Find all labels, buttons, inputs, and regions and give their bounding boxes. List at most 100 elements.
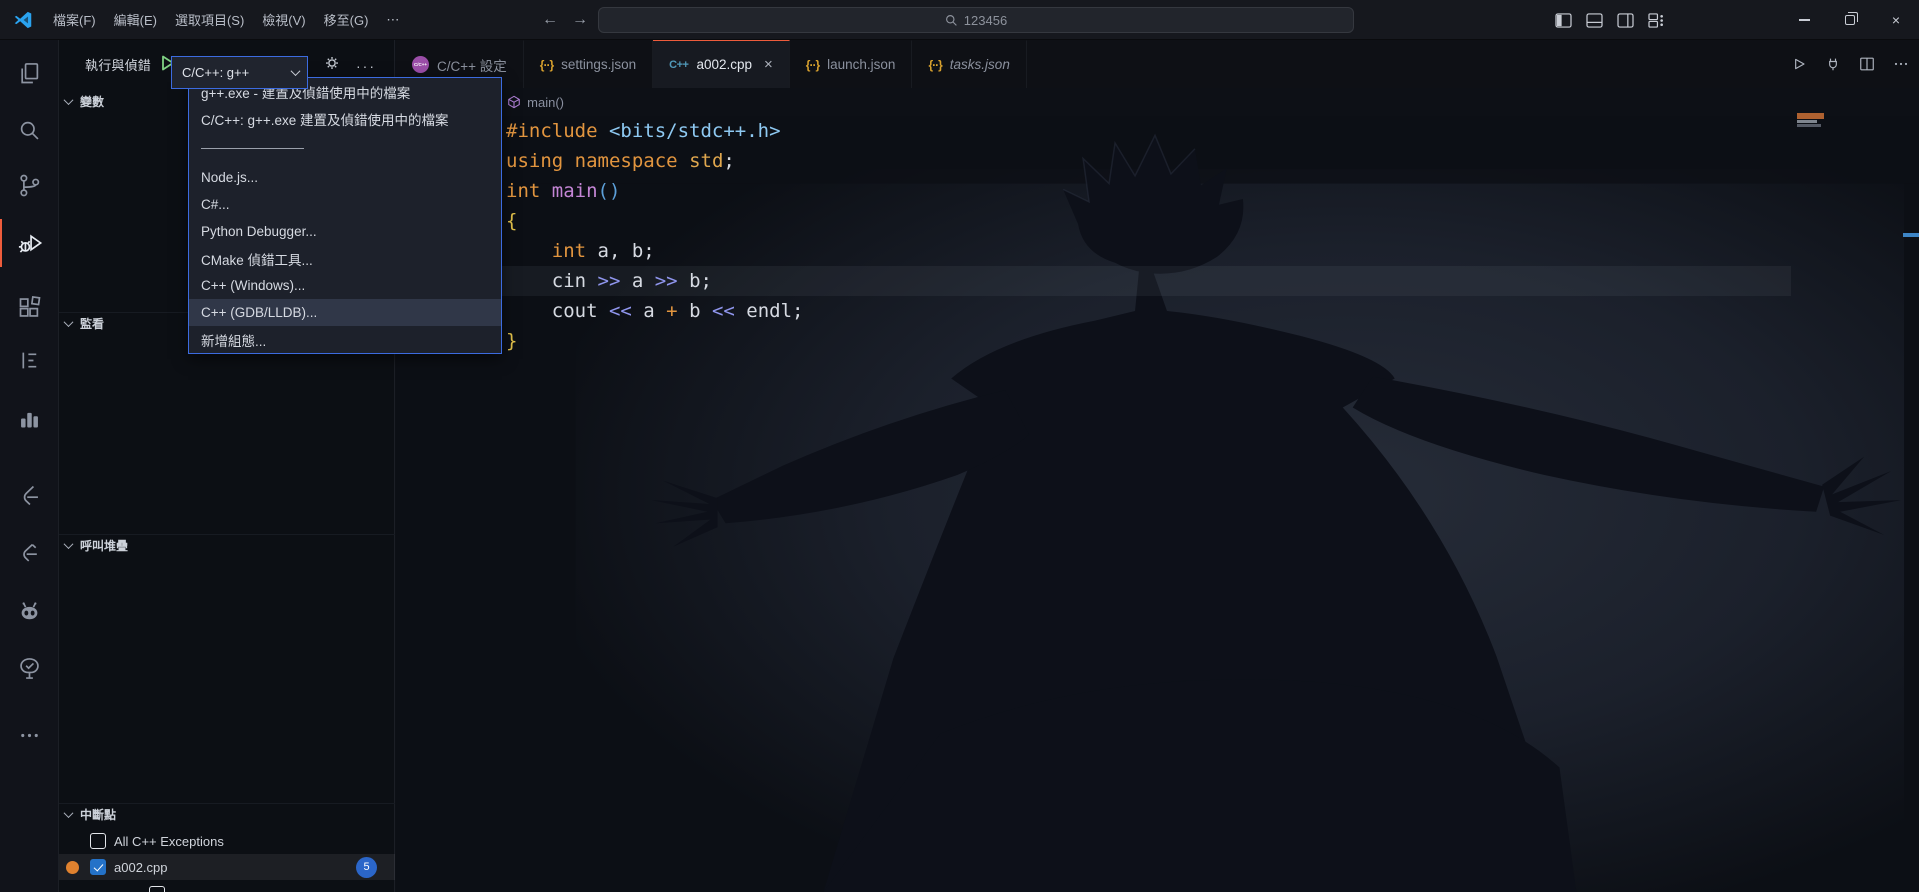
code-line[interactable]: int main() — [396, 176, 1791, 206]
tab-a002.cpp[interactable]: C++ a002.cpp × — [653, 40, 790, 88]
dropdown-item[interactable]: CMake 偵錯工具... — [189, 245, 501, 272]
menu-item[interactable]: 檢視(V) — [253, 6, 314, 33]
activity-leetcode[interactable] — [0, 471, 59, 519]
editor-group: C/C++C/C++ 設定{··}settings.jsonC++a002.cp… — [396, 40, 1919, 892]
minimize-button[interactable] — [1781, 0, 1827, 40]
menu-item[interactable]: ⋯ — [377, 8, 408, 32]
activity-source-control[interactable] — [0, 161, 59, 209]
forward-arrow-icon[interactable]: → — [568, 8, 592, 32]
menu-bar: 檔案(F)編輯(E)選取項目(S)檢視(V)移至(G)⋯ — [44, 6, 408, 33]
wallpaper-signature — [1797, 113, 1824, 128]
activity-explorer[interactable] — [0, 49, 59, 97]
toggle-primary-sidebar-icon[interactable] — [1555, 13, 1572, 28]
cpp-file-icon: C++ — [669, 59, 688, 71]
dropdown-item[interactable]: 新增組態... — [189, 326, 501, 353]
breakpoint-row[interactable]: a002.cpp5 — [59, 854, 395, 880]
title-bar: 檔案(F)編輯(E)選取項目(S)檢視(V)移至(G)⋯ ← → 123456 — [0, 0, 1919, 40]
tab-tasks.json[interactable]: {··}tasks.json — [912, 40, 1026, 88]
debug-config-value: C/C++: g++ — [182, 65, 249, 80]
dropdown-item[interactable]: Node.js... — [189, 164, 501, 191]
close-tab-icon[interactable]: × — [764, 56, 773, 73]
sidebar-more-actions-icon[interactable]: ··· — [356, 58, 382, 74]
dropdown-item[interactable]: Python Debugger... — [189, 218, 501, 245]
activity-extensions[interactable] — [0, 283, 59, 331]
tab-label: launch.json — [827, 57, 895, 72]
outline-bars-icon — [16, 347, 43, 374]
json-icon: {··} — [806, 58, 819, 72]
section-call-stack[interactable]: 呼叫堆疊 — [59, 534, 395, 556]
git-branch-icon — [16, 172, 43, 199]
restore-button[interactable] — [1827, 0, 1873, 40]
code-line[interactable]: #include <bits/stdc++.h> — [396, 116, 1791, 146]
menu-item[interactable]: 選取項目(S) — [166, 6, 253, 33]
more-actions-icon[interactable] — [1891, 54, 1911, 74]
activity-search[interactable] — [0, 106, 59, 154]
back-arrow-icon[interactable]: ← — [538, 8, 562, 32]
tab-label: a002.cpp — [696, 57, 752, 72]
search-icon — [16, 117, 43, 144]
symbol-method-icon — [507, 95, 521, 109]
code-line[interactable]: cout << a + b << endl; — [396, 296, 1791, 326]
breadcrumb-symbol[interactable]: main() — [527, 95, 564, 110]
menu-item[interactable]: 編輯(E) — [105, 6, 166, 33]
overview-ruler-marker — [1903, 233, 1919, 237]
breakpoint-dot-icon — [66, 861, 79, 874]
toggle-secondary-sidebar-icon[interactable] — [1617, 13, 1634, 28]
vscode-logo-icon — [12, 9, 34, 31]
dropdown-item[interactable]: C#... — [189, 191, 501, 218]
code-editor[interactable]: #include <bits/stdc++.h>using namespace … — [396, 116, 1919, 892]
bar-chart-icon — [16, 405, 43, 432]
json-icon: {··} — [928, 58, 941, 72]
activity-todo-tree[interactable] — [0, 644, 59, 692]
checkbox[interactable] — [90, 859, 106, 875]
dropdown-separator — [189, 132, 501, 164]
toggle-panel-icon[interactable] — [1586, 13, 1603, 28]
activity-leetcode-cn[interactable] — [0, 528, 59, 576]
breakpoint-label: a002.cpp — [114, 860, 168, 875]
search-value: 123456 — [964, 13, 1007, 28]
code-line[interactable]: cin >> a >> b; — [396, 266, 1791, 296]
tab-settings.json[interactable]: {··}settings.json — [524, 40, 653, 88]
dropdown-item[interactable]: C++ (Windows)... — [189, 272, 501, 299]
tab-label: settings.json — [561, 57, 636, 72]
debug-plug-icon[interactable] — [1823, 54, 1843, 74]
vscode-window: 檔案(F)編輯(E)選取項目(S)檢視(V)移至(G)⋯ ← → 123456 — [0, 0, 1919, 892]
leetcode-icon — [16, 482, 43, 509]
activity-run-and-debug[interactable] — [0, 219, 59, 267]
code-line[interactable]: { — [396, 206, 1791, 236]
customize-layout-icon[interactable] — [1648, 13, 1665, 28]
dropdown-item[interactable]: C++ (GDB/LLDB)... — [189, 299, 501, 326]
menu-item[interactable]: 檔案(F) — [44, 6, 105, 33]
debug-config-select[interactable]: C/C++: g++ — [171, 56, 308, 89]
checkbox[interactable] — [90, 833, 106, 849]
window-controls: × — [1781, 0, 1919, 40]
breakpoint-row[interactable]: All C++ Exceptions — [59, 828, 395, 854]
breadcrumb[interactable]: a002.cpp › main() — [396, 88, 1919, 116]
debug-icon — [17, 230, 44, 257]
activity-outline-ext[interactable] — [0, 336, 59, 384]
code-line[interactable]: using namespace std; — [396, 146, 1791, 176]
chevron-down-icon — [64, 317, 74, 327]
search-icon — [945, 14, 958, 27]
activity-competitive-helper[interactable] — [0, 588, 59, 636]
layout-controls — [1555, 0, 1665, 40]
gear-icon[interactable] — [321, 52, 343, 74]
editor-actions — [1789, 40, 1911, 88]
dropdown-item[interactable]: C/C++: g++.exe 建置及偵錯使用中的檔案 — [189, 105, 501, 132]
tab-label: C/C++ 設定 — [437, 55, 507, 75]
activity-more-views[interactable] — [0, 711, 59, 759]
workbench: 執行與偵錯 ··· 變數 監看 呼叫堆疊 — [0, 40, 1919, 892]
code-line[interactable]: int a, b; — [396, 236, 1791, 266]
chevron-down-icon — [64, 539, 74, 549]
breakpoints-list: All C++ Exceptionsa002.cpp5 — [59, 828, 395, 880]
chevron-down-icon — [64, 808, 74, 818]
activity-chart-ext[interactable] — [0, 394, 59, 442]
section-breakpoints[interactable]: 中斷點 — [59, 803, 395, 825]
command-center-search[interactable]: 123456 — [598, 7, 1354, 33]
tab-launch.json[interactable]: {··} launch.json — [790, 40, 913, 88]
menu-item[interactable]: 移至(G) — [315, 6, 378, 33]
close-button[interactable]: × — [1873, 0, 1919, 40]
split-editor-icon[interactable] — [1857, 54, 1877, 74]
code-line[interactable]: } — [396, 326, 1791, 356]
run-icon[interactable] — [1789, 54, 1809, 74]
